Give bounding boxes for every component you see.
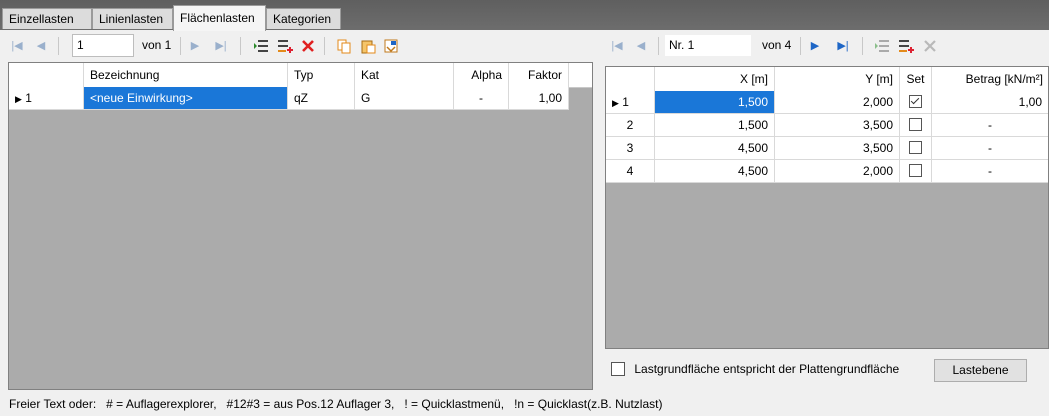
status-text: Freier Text oder: # = Auflagerexplorer, … [9, 397, 663, 411]
copy-icon[interactable] [336, 38, 352, 54]
column-header-faktor[interactable]: Faktor [509, 63, 569, 87]
table-row[interactable]: ▶ 1 <neue Einwirkung> qZ G - 1,00 [9, 87, 569, 110]
set-cell[interactable] [900, 160, 932, 183]
right-toolbar: |◀ ◀ Nr. 1 von 4 ▶ ▶| [600, 31, 1049, 61]
column-header-betrag[interactable]: Betrag [kN/m²] [932, 67, 1048, 91]
last-record-icon[interactable]: ▶| [214, 39, 228, 53]
separator [324, 37, 325, 55]
alpha-cell[interactable]: - [454, 87, 509, 110]
lastebene-button[interactable]: Lastebene [934, 359, 1027, 382]
column-header-typ[interactable]: Typ [288, 63, 355, 87]
column-header-set[interactable]: Set [900, 67, 932, 91]
y-cell[interactable]: 3,500 [775, 114, 900, 137]
separator [658, 37, 659, 55]
set-cell[interactable] [900, 114, 932, 137]
y-cell[interactable]: 2,000 [775, 160, 900, 183]
column-header-kat[interactable]: Kat [355, 63, 454, 87]
row-index: 1 [622, 95, 629, 109]
last-point-icon[interactable]: ▶| [836, 39, 850, 53]
betrag-cell[interactable]: 1,00 [932, 91, 1048, 114]
bezeichnung-cell[interactable]: <neue Einwirkung> [84, 87, 288, 110]
typ-cell[interactable]: qZ [288, 87, 355, 110]
row-header[interactable]: 2 [606, 114, 655, 137]
tab-einzellasten[interactable]: Einzellasten [2, 8, 92, 29]
paste-icon[interactable] [360, 38, 376, 54]
coordinate-table: X [m] Y [m] Set Betrag [kN/m²] ▶ 1 1,500… [605, 66, 1049, 349]
tab-flaechenlasten[interactable]: Flächenlasten [173, 5, 266, 31]
delete-point-icon[interactable] [922, 38, 938, 54]
separator [862, 37, 863, 55]
delete-row-icon[interactable] [300, 38, 316, 54]
set-checkbox[interactable] [909, 141, 922, 155]
plate-area-label: Lastgrundfläche entspricht der Plattengr… [634, 362, 900, 376]
table-row[interactable]: ▶ 1 1,500 2,000 1,00 [606, 91, 1048, 114]
faktor-cell[interactable]: 1,00 [509, 87, 569, 110]
current-row-icon: ▶ [15, 94, 22, 104]
row-header[interactable]: ▶ 1 [9, 87, 84, 110]
tab-kategorien[interactable]: Kategorien [266, 8, 341, 29]
betrag-cell[interactable]: - [932, 160, 1048, 183]
y-cell[interactable]: 3,500 [775, 137, 900, 160]
previous-record-icon[interactable]: ◀ [34, 39, 48, 53]
table-row[interactable]: 2 1,500 3,500 - [606, 114, 1048, 137]
separator [800, 37, 801, 55]
tab-linienlasten[interactable]: Linienlasten [92, 8, 173, 29]
load-table: Bezeichnung Typ Kat Alpha Faktor ▶ 1 <ne… [8, 62, 593, 390]
x-cell[interactable]: 4,500 [655, 160, 775, 183]
record-count-label: von 1 [142, 38, 172, 52]
set-checkbox[interactable] [909, 118, 922, 132]
row-header[interactable]: 4 [606, 160, 655, 183]
separator [240, 37, 241, 55]
tab-bar: Einzellasten Linienlasten Flächenlasten … [0, 0, 1049, 31]
record-position-input[interactable]: 1 [72, 34, 134, 57]
separator [180, 37, 181, 55]
coordinate-table-header: X [m] Y [m] Set Betrag [kN/m²] [606, 67, 1048, 92]
set-cell[interactable] [900, 137, 932, 160]
table-row[interactable]: 3 4,500 3,500 - [606, 137, 1048, 160]
next-point-icon[interactable]: ▶ [808, 39, 822, 53]
current-row-icon: ▶ [612, 98, 619, 108]
previous-point-icon[interactable]: ◀ [634, 39, 648, 53]
import-icon[interactable] [383, 38, 399, 54]
y-cell[interactable]: 2,000 [775, 91, 900, 114]
append-row-icon[interactable] [277, 38, 293, 54]
point-count-label: von 4 [762, 38, 792, 52]
column-header [606, 67, 655, 91]
append-point-icon[interactable] [898, 38, 914, 54]
betrag-cell[interactable]: - [932, 137, 1048, 160]
first-record-icon[interactable]: |◀ [10, 39, 24, 53]
x-cell[interactable]: 4,500 [655, 137, 775, 160]
row-index: 1 [25, 91, 32, 105]
betrag-cell[interactable]: - [932, 114, 1048, 137]
set-checkbox[interactable] [909, 164, 922, 178]
x-cell[interactable]: 1,500 [655, 91, 775, 114]
column-header-x[interactable]: X [m] [655, 67, 775, 91]
column-header-bezeichnung[interactable]: Bezeichnung [84, 63, 288, 87]
column-header-alpha[interactable]: Alpha [454, 63, 509, 87]
insert-row-icon[interactable] [253, 38, 269, 54]
x-cell[interactable]: 1,500 [655, 114, 775, 137]
left-toolbar: |◀ ◀ 1 von 1 ▶ ▶| [0, 31, 600, 61]
table-row[interactable]: 4 4,500 2,000 - [606, 160, 1048, 183]
set-checkbox[interactable] [909, 95, 922, 109]
separator [58, 37, 59, 55]
next-record-icon[interactable]: ▶ [188, 39, 202, 53]
load-table-header: Bezeichnung Typ Kat Alpha Faktor [9, 63, 592, 88]
insert-point-icon[interactable] [874, 38, 890, 54]
first-point-icon[interactable]: |◀ [610, 39, 624, 53]
column-header-y[interactable]: Y [m] [775, 67, 900, 91]
row-header[interactable]: ▶ 1 [606, 91, 655, 114]
plate-area-checkbox[interactable] [611, 361, 625, 376]
point-position-input[interactable]: Nr. 1 [664, 34, 752, 57]
column-header [9, 63, 84, 87]
set-cell[interactable] [900, 91, 932, 114]
plate-area-option[interactable]: Lastgrundfläche entspricht der Plattengr… [611, 361, 900, 380]
kat-cell[interactable]: G [355, 87, 454, 110]
row-header[interactable]: 3 [606, 137, 655, 160]
